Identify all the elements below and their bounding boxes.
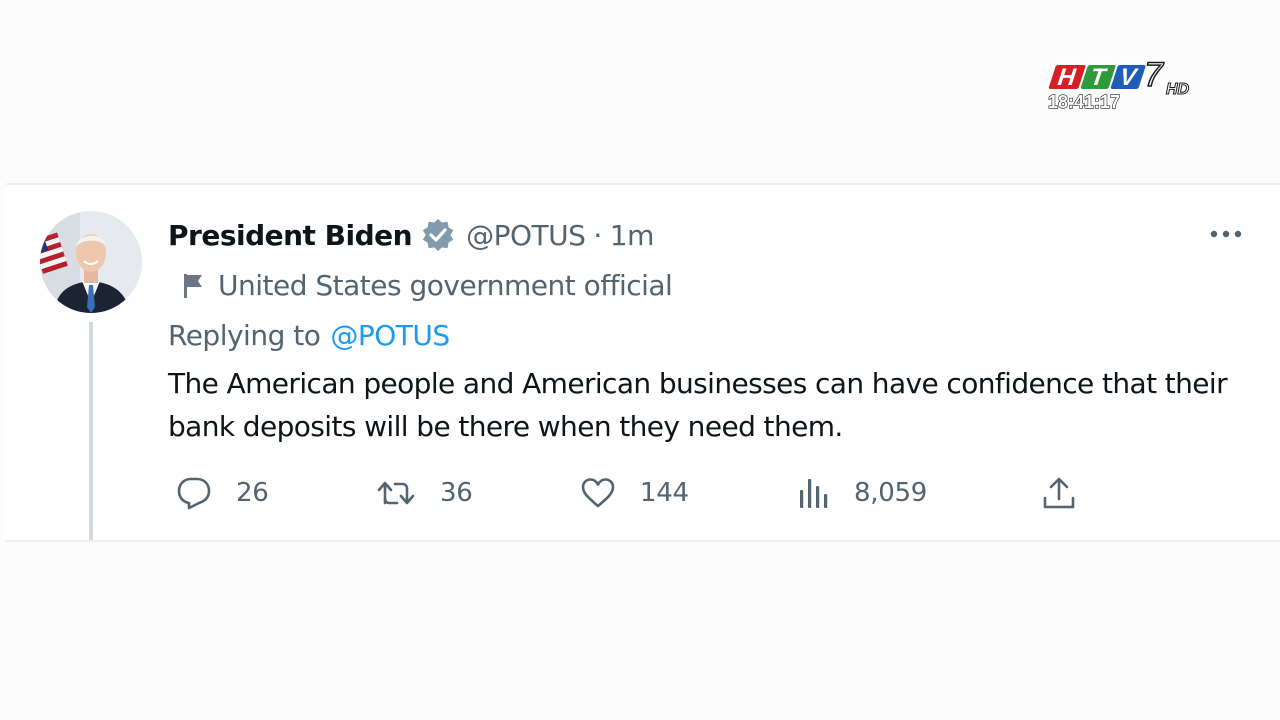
svg-text:7: 7	[1144, 56, 1164, 94]
channel-watermark: H T V 7 HD 18:41:17	[1040, 56, 1210, 116]
account-label: United States government official	[180, 265, 673, 305]
reply-icon	[177, 477, 211, 510]
thread-connector	[89, 322, 93, 540]
tweet-timestamp[interactable]: 1m	[610, 219, 655, 252]
share-icon	[1043, 477, 1075, 509]
separator-dot: ·	[593, 218, 602, 252]
reply-button[interactable]: 26	[176, 473, 269, 513]
replying-to: Replying to @POTUS	[168, 315, 450, 355]
avatar[interactable]	[40, 211, 142, 313]
reply-count: 26	[236, 478, 269, 508]
display-name[interactable]: President Biden	[168, 219, 413, 252]
tweet-header: President Biden @POTUS · 1m	[168, 215, 654, 255]
user-handle[interactable]: @POTUS	[466, 219, 586, 252]
tweet-actions: 26 36 144 8,059	[168, 473, 1088, 513]
retweet-count: 36	[440, 478, 473, 508]
views-count: 8,059	[854, 478, 927, 508]
tweet-body: The American people and American busines…	[168, 367, 1228, 443]
replying-to-prefix: Replying to	[168, 318, 321, 352]
retweet-button[interactable]: 36	[376, 473, 473, 513]
more-options-button[interactable]	[1206, 219, 1246, 249]
tweet-card[interactable]: President Biden @POTUS · 1m United State…	[6, 183, 1280, 542]
retweet-icon	[377, 481, 415, 505]
account-label-text: United States government official	[218, 268, 673, 302]
flag-icon	[180, 270, 206, 300]
analytics-icon	[800, 479, 828, 508]
like-button[interactable]: 144	[580, 473, 689, 513]
verified-badge-icon	[420, 217, 456, 253]
svg-text:HD: HD	[1166, 81, 1190, 98]
heart-icon	[581, 478, 615, 508]
share-button[interactable]	[1042, 473, 1076, 513]
more-options-icon	[1210, 230, 1242, 238]
views-button[interactable]: 8,059	[798, 473, 927, 513]
profile-photo-icon	[40, 211, 142, 313]
broadcast-clock: 18:41:17	[1047, 91, 1121, 112]
broadcast-frame: H T V 7 HD 18:41:17 President Biden @POT…	[0, 0, 1280, 720]
like-count: 144	[640, 478, 689, 508]
replying-to-mention-link[interactable]: @POTUS	[330, 319, 450, 352]
